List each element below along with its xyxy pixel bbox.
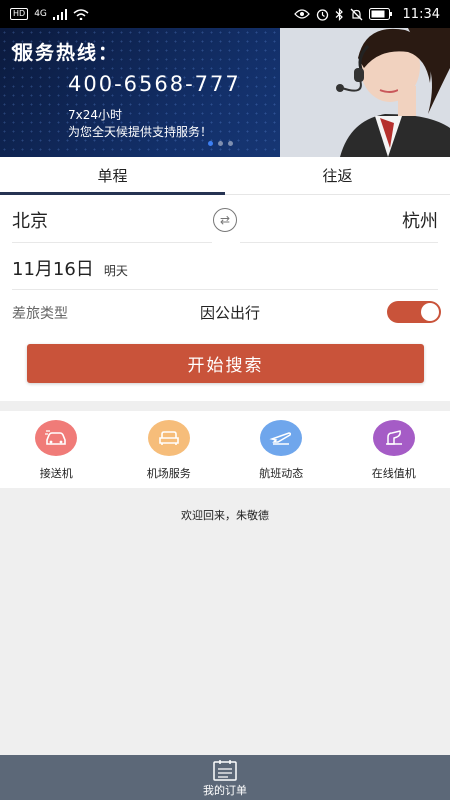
search-button[interactable]: 开始搜索 <box>27 344 424 383</box>
banner-dot-active <box>208 141 213 146</box>
orders-icon[interactable] <box>212 759 238 781</box>
service-checkin[interactable]: 在线值机 <box>338 411 450 488</box>
departure-day-label: 明天 <box>103 264 128 278</box>
arrival-city[interactable]: 杭州 <box>402 207 438 233</box>
trip-tabs: 单程 往返 <box>0 157 450 195</box>
service-flight-status-label: 航班动态 <box>259 467 304 480</box>
service-checkin-label: 在线值机 <box>371 467 416 480</box>
sofa-icon <box>147 420 190 456</box>
alarm-icon <box>316 8 328 21</box>
hotline-number: 400-6568-777 <box>68 72 241 96</box>
status-time: 11:34 <box>402 6 440 22</box>
customer-service-agent-image <box>280 28 450 157</box>
banner-pagination <box>208 141 233 146</box>
service-shortcuts: 接送机 机场服务 航班动态 在线值机 <box>0 411 450 488</box>
hotline-description: 为您全天候提供支持服务！ <box>68 125 213 139</box>
date-picker[interactable]: 11月16日 明天 <box>12 255 128 285</box>
checkin-icon <box>372 420 415 456</box>
banner-dot <box>218 141 223 146</box>
wifi-icon <box>73 8 89 20</box>
service-airport-label: 机场服务 <box>146 467 191 480</box>
signal-icon <box>52 8 67 20</box>
tab-round-trip[interactable]: 往返 <box>225 157 450 194</box>
divider <box>12 289 438 290</box>
my-orders-label[interactable]: 我的订单 <box>203 782 247 798</box>
status-right: 11:34 <box>293 6 440 22</box>
plane-icon <box>260 420 303 456</box>
trip-type-toggle[interactable] <box>387 301 441 323</box>
hotline-hours: 7x24小时 <box>68 108 123 122</box>
banner-dot <box>228 141 233 146</box>
service-pickup[interactable]: 接送机 <box>0 411 113 488</box>
network-type: 4G <box>34 9 47 19</box>
toggle-knob <box>421 303 439 321</box>
booking-card: 单程 往返 北京 ⇄ 杭州 11月16日 明天 差旅类型 因公出行 开始搜索 <box>0 157 450 401</box>
trip-type-value: 因公出行 <box>200 304 261 322</box>
hd-badge: HD <box>10 8 29 20</box>
service-airport[interactable]: 机场服务 <box>113 411 226 488</box>
status-bar: HD 4G 11:34 <box>0 0 450 28</box>
bottom-nav: 我的订单 <box>0 755 450 800</box>
departure-date: 11月16日 <box>12 259 94 280</box>
status-left: HD 4G <box>10 8 89 20</box>
hotline-title: 服务热线： <box>14 42 120 64</box>
service-flight-status[interactable]: 航班动态 <box>225 411 338 488</box>
bluetooth-icon <box>335 7 343 21</box>
trip-type-row: 差旅类型 因公出行 <box>0 297 450 329</box>
divider <box>240 242 438 243</box>
trip-type-label: 差旅类型 <box>12 306 68 322</box>
route-row: 北京 ⇄ 杭州 <box>0 197 450 243</box>
swap-cities-icon[interactable]: ⇄ <box>213 208 237 232</box>
hotline-banner[interactable]: ‹ 服务热线： 400-6568-777 7x24小时 为您全天候提供支持服务！ <box>0 28 450 157</box>
mute-icon <box>350 8 362 20</box>
divider <box>12 242 212 243</box>
departure-city[interactable]: 北京 <box>12 207 48 233</box>
battery-icon <box>368 8 392 20</box>
service-pickup-label: 接送机 <box>39 467 73 480</box>
eye-icon <box>293 9 310 19</box>
car-icon <box>35 420 78 456</box>
welcome-message: 欢迎回来，朱敬德 <box>181 509 269 522</box>
tab-one-way[interactable]: 单程 <box>0 157 225 195</box>
